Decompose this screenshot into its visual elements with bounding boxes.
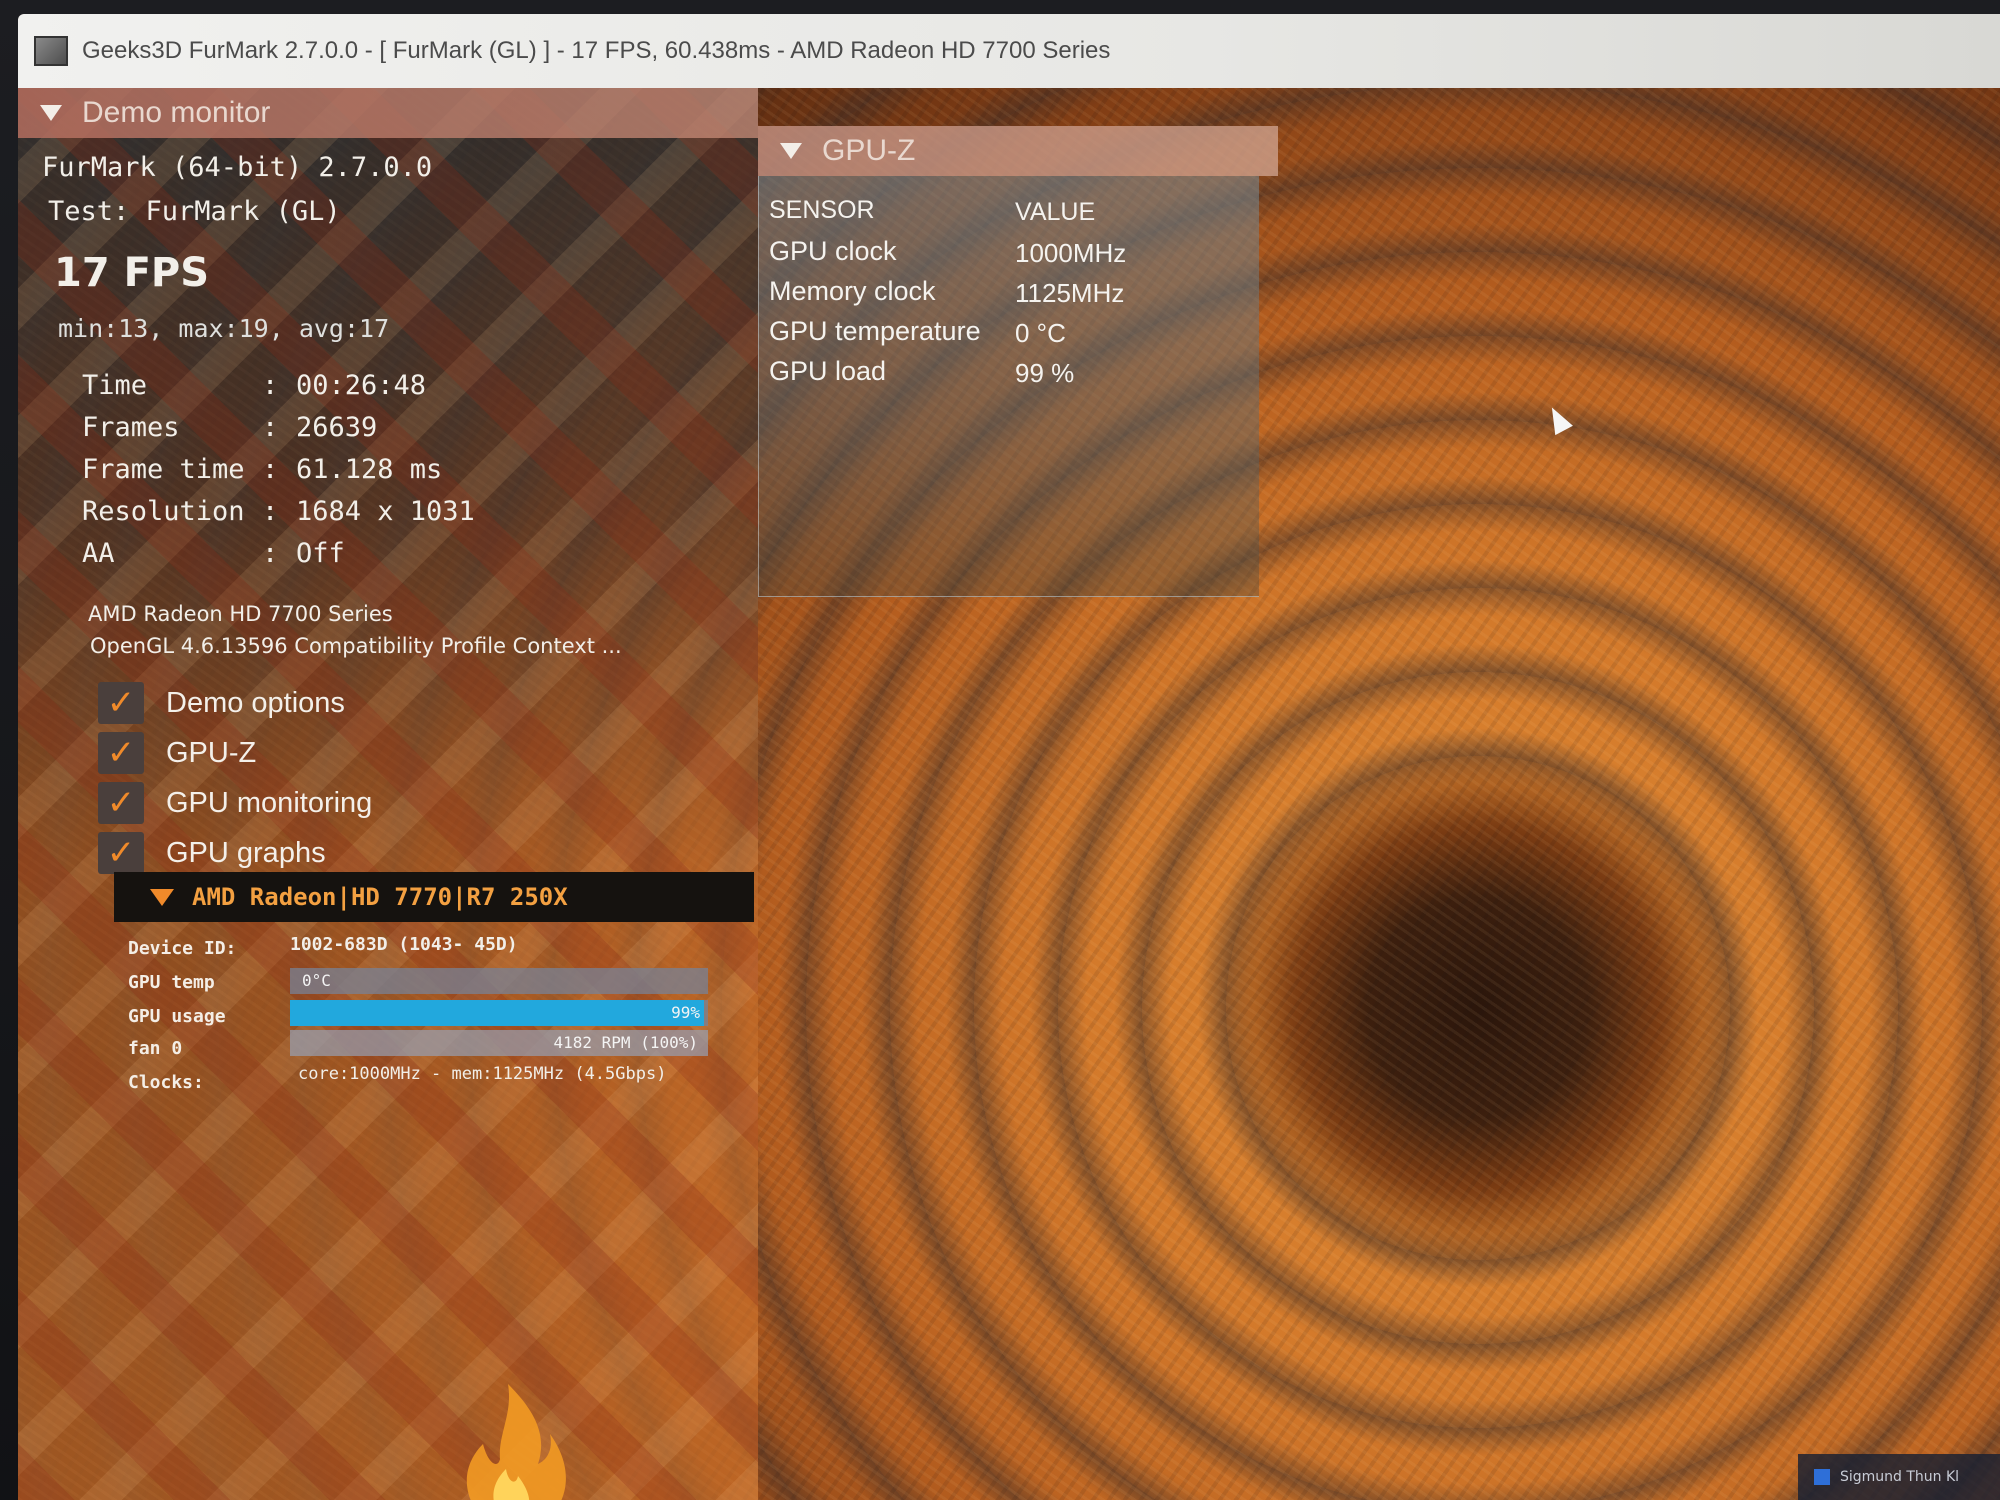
gpu-monitor-header[interactable]: AMD Radeon|HD 7770|R7 250X [114, 872, 754, 922]
app-icon[interactable] [34, 36, 68, 66]
checkbox[interactable]: ✓ [98, 682, 144, 724]
opengl-version: OpenGL 4.6.13596 Compatibility Profile C… [90, 634, 622, 658]
gpuz-value-gpu-load: 99 % [1015, 358, 1075, 388]
checkmark-icon: ✓ [106, 683, 136, 723]
option-label: Demo options [166, 686, 345, 719]
gpu-monitor-title: AMD Radeon|HD 7770|R7 250X [192, 883, 568, 911]
option-demo-options[interactable]: ✓ Demo options [98, 682, 345, 724]
gpu-name: AMD Radeon HD 7700 Series [88, 602, 393, 626]
test-name: Test: FurMark (GL) [48, 196, 341, 227]
gpuz-col-sensor: SENSOR [769, 196, 875, 224]
gpu-usage-bar: 99% [290, 1000, 708, 1026]
clocks-value: core:1000MHz - mem:1125MHz (4.5Gbps) [298, 1064, 667, 1084]
fan-value: 4182 RPM (100%) [553, 1033, 699, 1052]
gpu-usage-label: GPU usage [128, 1006, 226, 1027]
collapse-triangle-icon[interactable] [150, 888, 174, 906]
checkmark-icon: ✓ [106, 783, 136, 823]
device-id-label: Device ID: [128, 938, 237, 959]
gpu-usage-bar-fill [290, 1000, 704, 1026]
window-title: Geeks3D FurMark 2.7.0.0 - [ FurMark (GL)… [82, 37, 1111, 64]
option-gpu-z[interactable]: ✓ GPU-Z [98, 732, 256, 774]
gpu-temp-value: 0°C [302, 971, 331, 990]
gpu-temp-bar: 0°C [290, 968, 708, 994]
gpuz-title: GPU-Z [822, 134, 916, 167]
stat-value: 1684 x 1031 [296, 496, 475, 527]
collapse-triangle-icon[interactable] [780, 143, 802, 159]
monitor-screen: Geeks3D FurMark 2.7.0.0 - [ FurMark (GL)… [18, 14, 2000, 1500]
fan-bar: 4182 RPM (100%) [290, 1030, 708, 1056]
gpuz-sensor-gpu-clock: GPU clock [769, 236, 897, 266]
gpuz-panel: SENSOR VALUE GPU clock 1000MHz Memory cl… [758, 176, 1259, 597]
gpuz-col-value: VALUE [1015, 198, 1096, 226]
fan-label: fan 0 [128, 1038, 183, 1059]
option-gpu-monitoring[interactable]: ✓ GPU monitoring [98, 782, 372, 824]
option-label: GPU monitoring [166, 786, 373, 819]
stat-row-frame-time: Frame time:61.128 ms [82, 454, 443, 485]
stat-key: AA [82, 538, 115, 569]
device-id-value: 1002-683D (1043- 45D) [290, 934, 518, 955]
taskbar-app-icon[interactable] [1814, 1469, 1830, 1485]
gpuz-sensor-memory-clock: Memory clock [769, 276, 936, 306]
demo-monitor-title: Demo monitor [82, 96, 271, 129]
stat-key: Time [82, 370, 148, 401]
gpuz-sensor-gpu-load: GPU load [769, 356, 887, 386]
checkbox[interactable]: ✓ [98, 732, 144, 774]
taskbar-item[interactable]: Sigmund Thun Kl [1798, 1454, 2000, 1500]
flame-icon [466, 1384, 566, 1500]
option-gpu-graphs[interactable]: ✓ GPU graphs [98, 832, 326, 874]
stat-key: Resolution [82, 496, 245, 527]
stat-key: Frame time [82, 454, 245, 485]
fps-stats: min:13, max:19, avg:17 [58, 314, 390, 343]
window-titlebar[interactable]: Geeks3D FurMark 2.7.0.0 - [ FurMark (GL)… [18, 14, 2000, 88]
gpu-temp-label: GPU temp [128, 972, 215, 993]
app-version: FurMark (64-bit) 2.7.0.0 [42, 152, 433, 183]
gpuz-value-gpu-clock: 1000MHz [1015, 238, 1127, 268]
stat-row-resolution: Resolution:1684 x 1031 [82, 496, 475, 527]
stat-value: 26639 [296, 412, 378, 443]
checkmark-icon: ✓ [106, 833, 136, 873]
collapse-triangle-icon[interactable] [40, 105, 62, 121]
checkbox[interactable]: ✓ [98, 832, 144, 874]
clocks-label: Clocks: [128, 1072, 204, 1093]
demo-monitor-header[interactable]: Demo monitor [18, 88, 758, 138]
fps-value: 17 FPS [54, 250, 210, 296]
stat-row-aa: AA: Off [82, 538, 345, 569]
checkbox[interactable]: ✓ [98, 782, 144, 824]
stat-value: Off [296, 538, 345, 569]
stat-key: Frames [82, 412, 180, 443]
stat-value: 00:26:48 [296, 370, 427, 401]
gpuz-header[interactable]: GPU-Z [758, 126, 1278, 176]
gpuz-value-gpu-temperature: 0 °C [1015, 318, 1066, 348]
checkmark-icon: ✓ [106, 733, 136, 773]
stat-row-time: Time:00:26:48 [82, 370, 427, 401]
gpu-usage-value: 99% [671, 1003, 700, 1022]
gpuz-sensor-gpu-temperature: GPU temperature [769, 316, 981, 346]
stat-row-frames: Frames:26639 [82, 412, 378, 443]
taskbar-app-label: Sigmund Thun Kl [1840, 1469, 1960, 1485]
stat-value: 61.128 ms [296, 454, 443, 485]
option-label: GPU-Z [166, 736, 257, 769]
gpuz-value-memory-clock: 1125MHz [1015, 278, 1125, 308]
option-label: GPU graphs [166, 836, 326, 869]
